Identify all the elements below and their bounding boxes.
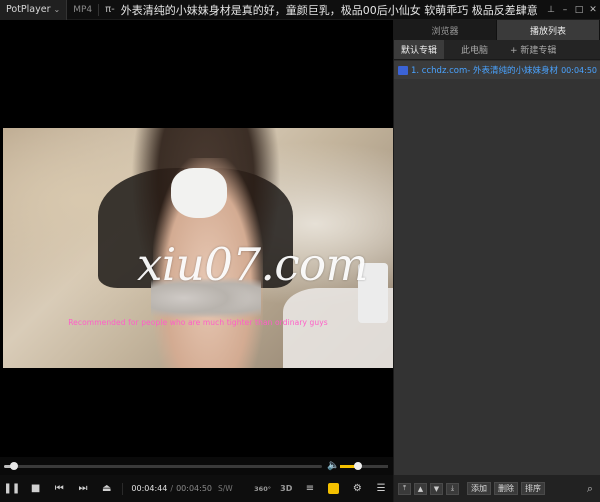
playlist-item[interactable]: 1. cchdz.com- 外表清纯的小妹妹身材... 00:04:50 [394,61,600,79]
app-menu-button[interactable]: PotPlayer ⌄ [0,0,68,20]
control-bar: ❚❚ ■ ⏮ ⏭ ⏏ 00:04:44 / 00:04:50 S/W 360° … [0,475,393,502]
panel-tabs: 浏览器 播放列表 [394,20,600,40]
next-icon[interactable]: ⏭ [71,475,95,502]
eject-icon[interactable]: ⏏ [95,475,119,502]
format-label: MP4 [67,3,100,16]
stop-icon[interactable]: ■ [24,475,48,502]
title-bar: PotPlayer ⌄ MP4 π- 外表清纯的小妹妹身材是真的好，童颜巨乳，极… [0,0,600,20]
settings-gear-icon[interactable]: ⚙ [346,475,370,502]
delete-button[interactable]: 删除 [494,482,518,495]
360-icon[interactable]: 360° [251,475,275,502]
video-face-mask [171,168,227,218]
pin-icon[interactable]: ⊥ [544,0,558,20]
divider [121,482,123,495]
seek-bar[interactable] [4,462,322,470]
playlist-toolbar: ⤒ ▲ ▼ ⤓ 添加 删除 排序 ⌕ [394,475,600,502]
video-file-icon [398,65,408,75]
seek-row: 🔈 [0,457,393,475]
playlist-item-name: 1. cchdz.com- 外表清纯的小妹妹身材... [411,66,559,76]
subtitle-icon[interactable]: ≡ [298,475,322,502]
3d-icon[interactable]: 3D [274,475,298,502]
seek-handle[interactable] [9,462,18,470]
current-time: 00:04:44 [131,484,168,493]
tab-playlist[interactable]: 播放列表 [497,20,600,40]
minimize-icon[interactable]: – [558,0,572,20]
sort-button[interactable]: 排序 [521,482,545,495]
playlist-item-duration: 00:04:50 [561,65,597,75]
playlist-panel: 浏览器 播放列表 默认专辑 此电脑 + 新建专辑 1. cchdz.com- 外… [393,20,600,502]
volume-icon[interactable]: 🔈 [327,460,339,471]
menu-icon[interactable]: ☰ [369,475,393,502]
volume-handle[interactable] [354,462,363,470]
playlist: 1. cchdz.com- 外表清纯的小妹妹身材... 00:04:50 [394,61,600,475]
window-controls: ⊥ – □ ✕ [544,0,600,20]
tab-this-pc[interactable]: 此电脑 [454,40,495,59]
new-album-button[interactable]: + 新建专辑 [503,40,563,59]
time-separator: / [170,484,174,493]
move-bottom-icon[interactable]: ⤓ [446,482,459,495]
previous-icon[interactable]: ⏮ [47,475,71,502]
move-top-icon[interactable]: ⤒ [398,482,411,495]
window-title: 外表清纯的小妹妹身材是真的好，童颜巨乳，极品00后小仙女 软萌乖巧 极品反差肆意 [120,3,538,17]
video-area[interactable]: Recommended for people who are much tigh… [0,20,393,457]
move-up-icon[interactable]: ▲ [414,482,427,495]
tab-default-album[interactable]: 默认专辑 [394,40,445,59]
move-down-icon[interactable]: ▼ [430,482,443,495]
pause-icon[interactable]: ❚❚ [0,475,24,502]
pi-label: π- [105,4,115,15]
close-icon[interactable]: ✕ [586,0,600,20]
video-caption: Recommended for people who are much tigh… [68,318,328,327]
sw-toggle[interactable]: S/W [218,484,233,493]
maximize-icon[interactable]: □ [572,0,586,20]
tab-browser[interactable]: 浏览器 [394,20,497,40]
watermark-text: xiu07.com [137,238,368,291]
total-time: 00:04:50 [176,484,212,493]
album-tabs: 默认专辑 此电脑 + 新建专辑 [394,40,600,60]
add-button[interactable]: 添加 [467,482,491,495]
volume-bar[interactable] [340,462,388,470]
app-name: PotPlayer [6,4,51,15]
chevron-down-icon: ⌄ [53,5,61,14]
search-icon[interactable]: ⌕ [587,482,597,496]
osd-icon[interactable] [322,475,346,502]
